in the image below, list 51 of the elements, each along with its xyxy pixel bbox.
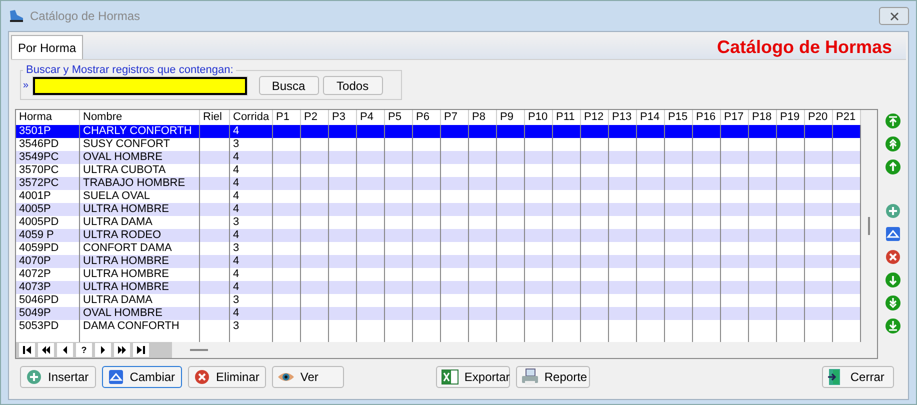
table-cell: TRABAJO HOMBRE [80,177,200,190]
table-cell: OVAL HOMBRE [80,151,200,164]
table-row[interactable]: 3501P CHARLY CONFORTH 4 [16,125,861,138]
action-button[interactable]: Ver [272,366,344,388]
table-row[interactable]: 4059 P ULTRA RODEO 4 [16,229,861,242]
table-cell: ULTRA HOMBRE [80,281,200,294]
table-row[interactable]: 4073P ULTRA HOMBRE 4 [16,281,861,294]
table-cell: ULTRA HOMBRE [80,203,200,216]
table-cell: CHARLY CONFORTH [80,125,200,138]
action-button[interactable]: Insertar [20,366,96,388]
search-button[interactable]: Busca [258,76,319,95]
table-cell: 4073P [16,281,80,294]
table-cell: 4 [230,255,273,268]
action-button[interactable]: Reporte [516,366,590,388]
table-cell: 5053PD [16,320,80,333]
table-cell: OVAL HOMBRE [80,307,200,320]
table-cell: 3501P [16,125,80,138]
table-row[interactable]: 3572PC TRABAJO HOMBRE 4 [16,177,861,190]
table-row[interactable]: 3549PC OVAL HOMBRE 4 [16,151,861,164]
table-cell: 4 [230,177,273,190]
table-cell: 4070P [16,255,80,268]
prompt-mark: » [23,80,29,91]
table-row[interactable]: 4005P ULTRA HOMBRE 4 [16,203,861,216]
table-cell: 4 [230,281,273,294]
table-cell: 3 [230,320,273,333]
action-button[interactable]: Cambiar [102,366,182,388]
action-button[interactable]: Cerrar [822,366,894,388]
search-legend: Buscar y Mostrar registros que contengan: [23,64,236,76]
table-row[interactable]: 5053PD DAMA CONFORTH 3 [16,320,861,333]
table-cell: 4005P [16,203,80,216]
table-row[interactable]: 4070P ULTRA HOMBRE 4 [16,255,861,268]
table-cell: ULTRA RODEO [80,229,200,242]
table-row[interactable]: 5049P OVAL HOMBRE 4 [16,307,861,320]
table-cell: 4 [230,151,273,164]
page-heading: Catálogo de Hormas [716,36,892,58]
table-cell: 4 [230,203,273,216]
table-cell: 4059 P [16,229,80,242]
help-button[interactable]: ? [76,343,92,357]
table-cell: 3549PC [16,151,80,164]
action-button[interactable]: Exportar [436,366,510,388]
action-button[interactable]: Eliminar [188,366,266,388]
table-cell: 5049P [16,307,80,320]
table-cell: DAMA CONFORTH [80,320,200,333]
search-button[interactable]: Todos [322,76,383,95]
table-cell: 4 [230,229,273,242]
table-cell: 4 [230,307,273,320]
tab[interactable]: Por Horma [11,35,84,59]
table-cell: 3572PC [16,177,80,190]
window-title: Catálogo de Hormas [30,9,140,23]
table-cell: ULTRA HOMBRE [80,255,200,268]
table-cell: 4 [230,125,273,138]
